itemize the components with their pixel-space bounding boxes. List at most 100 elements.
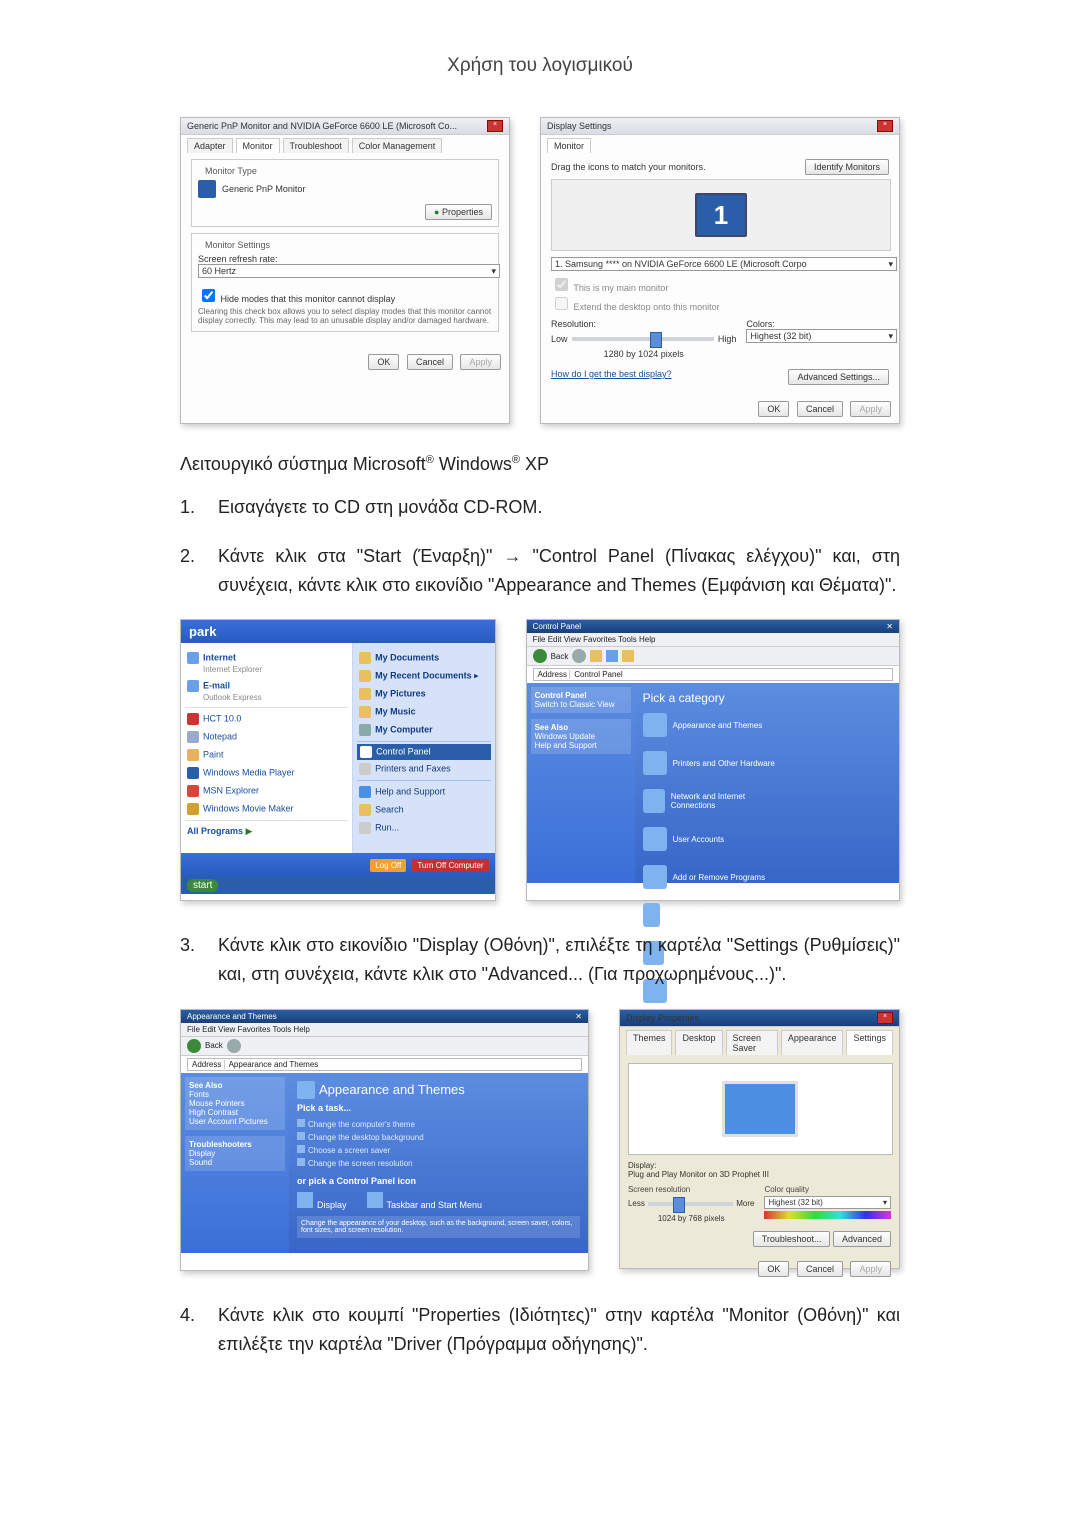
logoff-button[interactable]: Log Off [370,859,406,872]
resolution-slider[interactable] [648,1202,733,1206]
ok-button[interactable]: OK [368,354,399,370]
tab-color-management[interactable]: Color Management [352,138,443,153]
task-screen-resolution[interactable]: Change the screen resolution [297,1158,580,1168]
sidebar-fonts[interactable]: Fonts [189,1090,209,1099]
start-item-hct[interactable]: HCT 10.0 [185,710,348,728]
screenshot-control-panel: Control Panel ✕ File Edit View Favorites… [526,619,900,901]
cancel-button[interactable]: Cancel [797,401,843,417]
close-icon[interactable]: × [487,120,503,132]
sidebar-mouse-pointers[interactable]: Mouse Pointers [189,1099,245,1108]
apply-button[interactable]: Apply [850,401,891,417]
cancel-button[interactable]: Cancel [407,354,453,370]
close-icon[interactable]: ✕ [886,622,893,631]
advanced-button[interactable]: Advanced [833,1231,891,1247]
tab-adapter[interactable]: Adapter [187,138,233,153]
step-2-number: 2. [180,542,218,600]
start-item-paint[interactable]: Paint [185,746,348,764]
back-button-icon[interactable] [187,1039,201,1053]
sidebar-ts-display[interactable]: Display [189,1149,215,1158]
start-button[interactable]: start [181,877,495,894]
tab-desktop[interactable]: Desktop [675,1030,722,1055]
search-icon[interactable] [606,650,618,662]
start-item-printers[interactable]: Printers and Faxes [357,760,490,778]
advanced-settings-button[interactable]: Advanced Settings... [788,369,889,385]
monitor-type-label: Monitor Type [202,166,260,176]
sidebar-switch-classic[interactable]: Switch to Classic View [535,700,615,709]
best-display-link[interactable]: How do I get the best display? [551,369,672,385]
cancel-button[interactable]: Cancel [797,1261,843,1277]
dialog-title: Display Properties [626,1013,699,1023]
sidebar-high-contrast[interactable]: High Contrast [189,1108,238,1117]
start-item-notepad[interactable]: Notepad [185,728,348,746]
menu-bar[interactable]: File Edit View Favorites Tools Help [181,1023,588,1037]
tab-screensaver[interactable]: Screen Saver [726,1030,778,1055]
refresh-rate-select[interactable]: 60 Hertz ▾ [198,264,500,278]
monitor-icon [198,180,216,198]
start-item-wmm[interactable]: Windows Movie Maker [185,800,348,818]
tab-troubleshoot[interactable]: Troubleshoot [283,138,349,153]
cat-users[interactable]: User Accounts [643,827,783,851]
tab-appearance[interactable]: Appearance [781,1030,844,1055]
start-item-all-programs[interactable]: All Programs ▶ [185,823,348,840]
start-item-search[interactable]: Search [357,801,490,819]
start-item-msn[interactable]: MSN Explorer [185,782,348,800]
start-item-run[interactable]: Run... [357,819,490,837]
cat-printers[interactable]: Printers and Other Hardware [643,751,783,775]
menu-bar[interactable]: File Edit View Favorites Tools Help [527,633,899,647]
cp-icon-taskbar[interactable]: Taskbar and Start Menu [367,1192,483,1210]
forward-button-icon[interactable] [227,1039,241,1053]
start-item-recent-docs[interactable]: My Recent Documents ▸ [357,667,490,685]
troubleshoot-button[interactable]: Troubleshoot... [753,1231,831,1247]
sidebar-help-support[interactable]: Help and Support [535,741,597,750]
hide-modes-checkbox[interactable] [202,289,215,302]
appearance-heading: Appearance and Themes [319,1082,465,1097]
sidebar-windows-update[interactable]: Windows Update [535,732,595,741]
tab-settings[interactable]: Settings [846,1030,893,1055]
tab-monitor[interactable]: Monitor [547,138,591,153]
folders-icon[interactable] [622,650,634,662]
step-4-text: Κάντε κλικ στο κουμπί "Properties (Ιδιότ… [218,1301,900,1359]
ok-button[interactable]: OK [758,401,789,417]
ok-button[interactable]: OK [758,1261,789,1277]
monitor-select[interactable]: 1. Samsung **** on NVIDIA GeForce 6600 L… [551,257,897,271]
monitor-1-icon[interactable]: 1 [695,193,747,237]
back-button-label: Back [205,1041,223,1050]
forward-button-icon[interactable] [572,649,586,663]
up-icon[interactable] [590,650,602,662]
sidebar-ts-sound[interactable]: Sound [189,1158,212,1167]
apply-button[interactable]: Apply [460,354,501,370]
start-item-help[interactable]: Help and Support [357,783,490,801]
start-item-my-pictures[interactable]: My Pictures [357,685,490,703]
start-item-email[interactable]: E-mailOutlook Express [185,677,348,705]
resolution-slider[interactable] [572,337,714,341]
close-icon[interactable]: × [877,120,893,132]
cat-datetime[interactable]: Date, Time, Language, and Regional Optio… [643,903,783,927]
identify-monitors-button[interactable]: Identify Monitors [805,159,889,175]
turnoff-button[interactable]: Turn Off Computer [412,859,488,872]
task-change-theme[interactable]: Change the computer's theme [297,1119,580,1129]
task-screen-saver[interactable]: Choose a screen saver [297,1145,580,1155]
start-item-my-documents[interactable]: My Documents [357,649,490,667]
close-icon[interactable]: × [877,1012,893,1024]
cat-network[interactable]: Network and Internet Connections [643,789,783,813]
start-item-control-panel[interactable]: Control Panel [357,744,490,760]
start-item-my-music[interactable]: My Music [357,703,490,721]
cat-addremove[interactable]: Add or Remove Programs [643,865,783,889]
sidebar-troubleshooters-header: Troubleshooters [189,1140,252,1149]
task-change-background[interactable]: Change the desktop background [297,1132,580,1142]
start-item-wmp[interactable]: Windows Media Player [185,764,348,782]
tab-monitor[interactable]: Monitor [236,138,280,153]
start-item-internet[interactable]: InternetInternet Explorer [185,649,348,677]
colors-select[interactable]: Highest (32 bit) ▾ [746,329,897,343]
cat-appearance[interactable]: Appearance and Themes [643,713,783,737]
screen-resolution-label: Screen resolution [628,1185,755,1194]
properties-button[interactable]: ● Properties [425,204,492,220]
color-quality-select[interactable]: Highest (32 bit) ▾ [764,1196,891,1209]
sidebar-user-pictures[interactable]: User Account Pictures [189,1117,268,1126]
start-item-my-computer[interactable]: My Computer [357,721,490,739]
apply-button[interactable]: Apply [850,1261,891,1277]
tab-themes[interactable]: Themes [626,1030,673,1055]
back-button-icon[interactable] [533,649,547,663]
cp-icon-display[interactable]: Display [297,1192,347,1210]
close-icon[interactable]: ✕ [575,1012,582,1021]
